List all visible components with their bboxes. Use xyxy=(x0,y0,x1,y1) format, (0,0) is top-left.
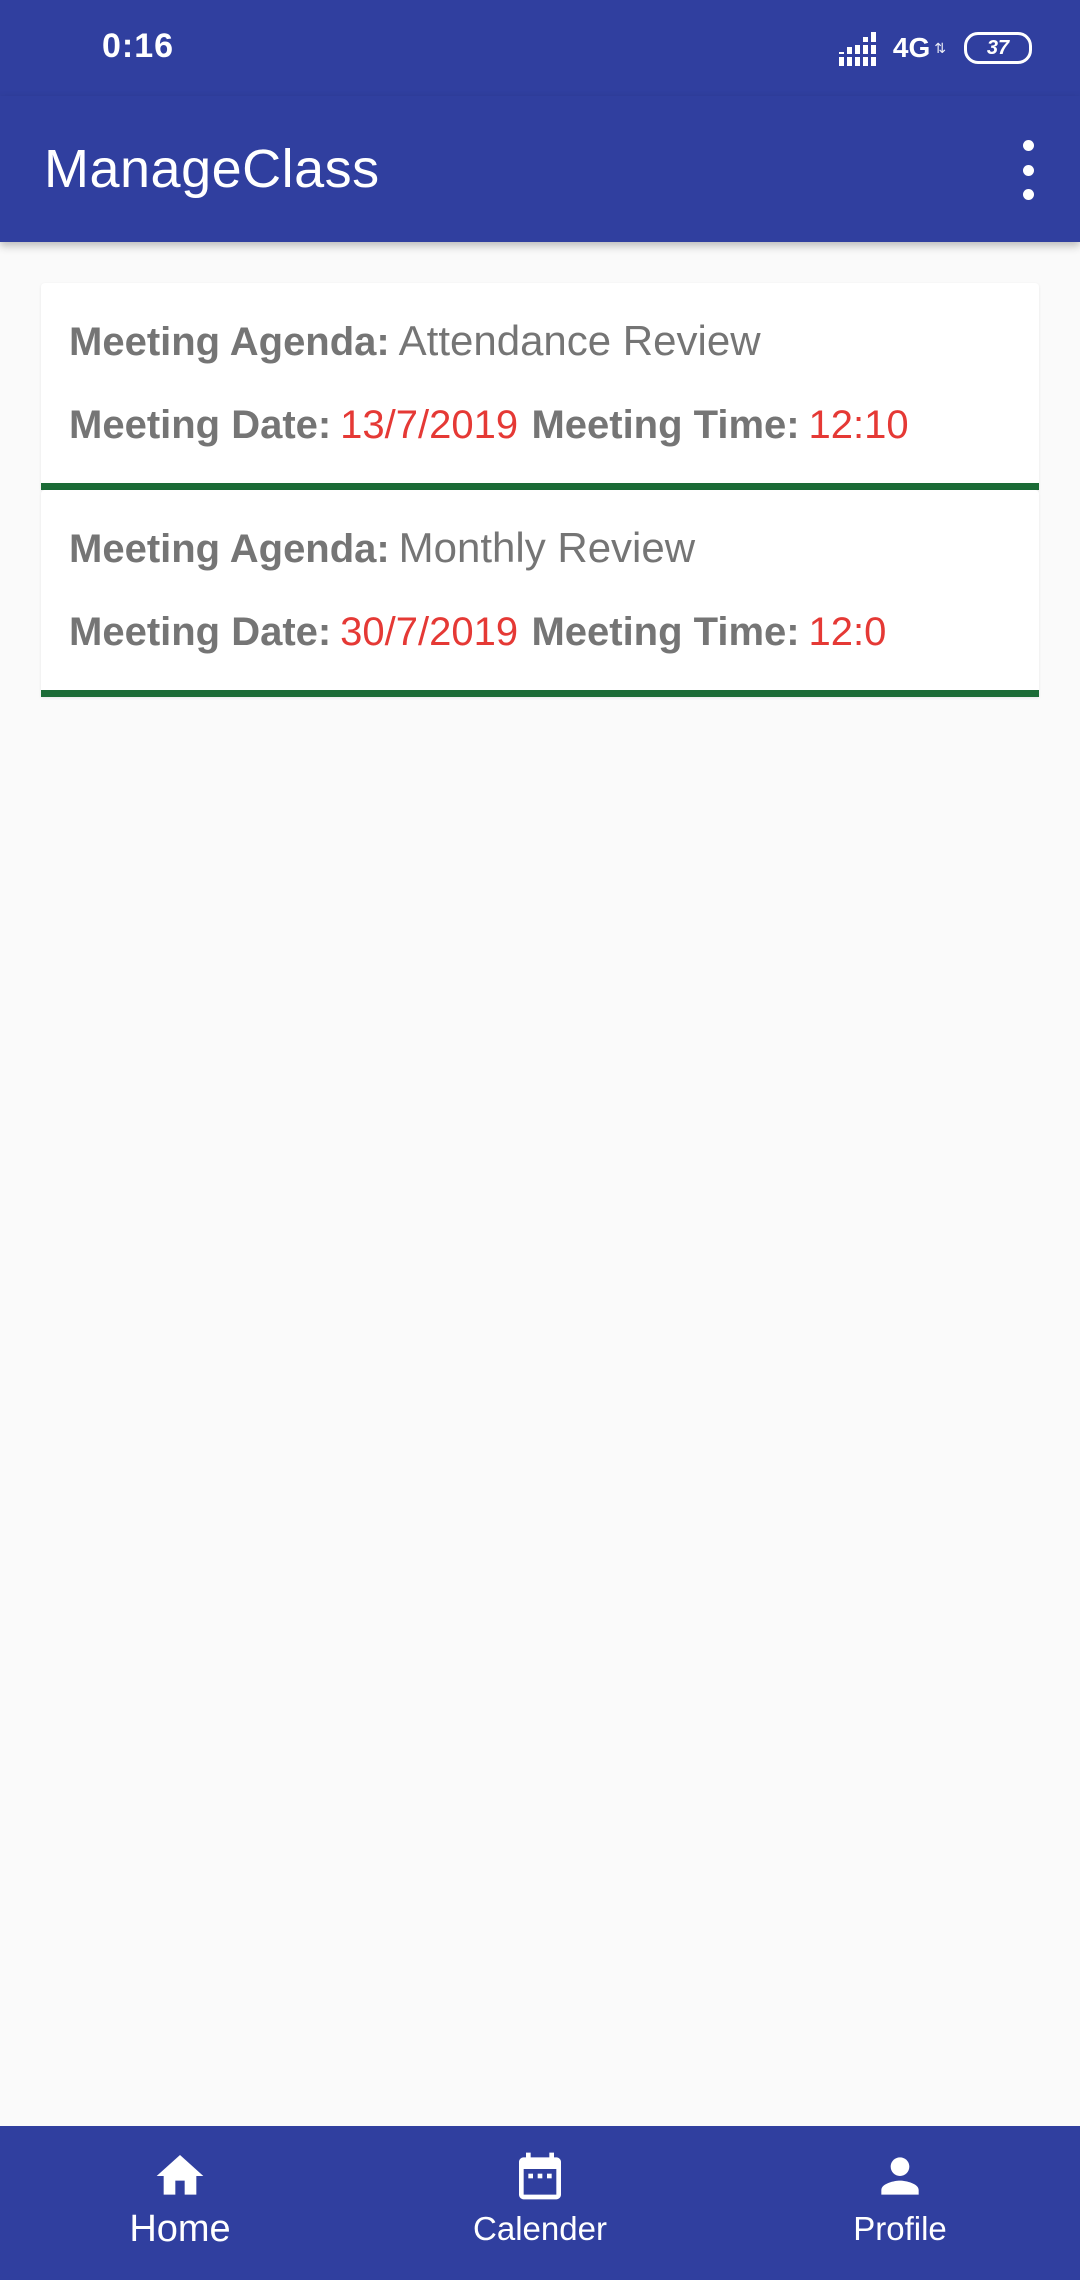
network-type: 4G xyxy=(892,32,931,63)
date-label: Meeting Date: xyxy=(69,610,332,654)
bottom-navigation: Home Calender Profile xyxy=(0,2126,1080,2280)
time-value: 12:10 xyxy=(808,403,909,447)
signal-icon xyxy=(838,32,876,66)
app-bar: ManageClass xyxy=(0,96,1080,242)
meeting-card[interactable]: Meeting Agenda: Attendance Review Meetin… xyxy=(41,283,1039,490)
status-time: 0:16 xyxy=(102,27,175,65)
meeting-card[interactable]: Meeting Agenda: Monthly Review Meeting D… xyxy=(41,490,1039,697)
home-icon xyxy=(156,2155,204,2195)
nav-item-profile[interactable]: Profile xyxy=(720,2126,1080,2280)
nav-label-calendar: Calender xyxy=(473,2210,607,2247)
meeting-list: Meeting Agenda: Attendance Review Meetin… xyxy=(41,283,1039,697)
date-value: 30/7/2019 xyxy=(340,610,519,654)
more-vert-icon[interactable] xyxy=(1018,140,1038,200)
nav-label-profile: Profile xyxy=(853,2210,947,2247)
agenda-value: Monthly Review xyxy=(398,524,696,571)
agenda-label: Meeting Agenda: xyxy=(69,320,390,364)
date-value: 13/7/2019 xyxy=(340,403,519,447)
data-activity-icon: ⇅ xyxy=(934,39,946,56)
battery-level: 37 xyxy=(986,36,1010,59)
nav-item-calendar[interactable]: Calender xyxy=(360,2126,720,2280)
agenda-label: Meeting Agenda: xyxy=(69,527,390,571)
agenda-value: Attendance Review xyxy=(398,317,761,364)
date-label: Meeting Date: xyxy=(69,403,332,447)
time-value: 12:0 xyxy=(808,610,887,654)
nav-label-home: Home xyxy=(129,2208,231,2250)
agenda-row: Meeting Agenda: Attendance Review xyxy=(69,317,761,365)
status-bar: 0:16 4G ⇅ 37 xyxy=(0,0,1080,96)
time-label: Meeting Time: xyxy=(531,403,800,447)
date-time-row: Meeting Date: 13/7/2019 Meeting Time: 12… xyxy=(69,403,909,448)
person-icon xyxy=(881,2157,919,2195)
status-indicators: 4G ⇅ 37 xyxy=(838,24,1032,72)
agenda-row: Meeting Agenda: Monthly Review xyxy=(69,524,695,572)
date-time-row: Meeting Date: 30/7/2019 Meeting Time: 12… xyxy=(69,610,886,655)
calendar-icon xyxy=(519,2152,561,2200)
time-label: Meeting Time: xyxy=(531,610,800,654)
nav-item-home[interactable]: Home xyxy=(0,2126,360,2280)
app-title: ManageClass xyxy=(44,139,380,199)
battery-icon: 37 xyxy=(964,32,1032,64)
